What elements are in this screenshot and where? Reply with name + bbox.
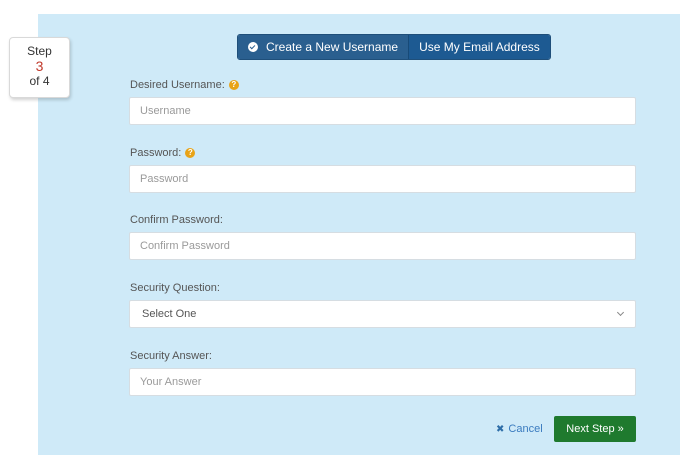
x-icon: ✖ — [496, 423, 505, 435]
step-prefix: Step — [27, 44, 52, 58]
create-username-button[interactable]: Create a New Username — [238, 35, 409, 59]
confirm-password-label-text: Confirm Password: — [130, 214, 223, 226]
password-input[interactable] — [129, 165, 636, 193]
cancel-button[interactable]: ✖ Cancel — [496, 423, 543, 435]
chevron-down-icon — [616, 308, 625, 317]
password-label: Password: ? — [130, 147, 196, 159]
password-label-text: Password: — [130, 147, 182, 159]
username-label-text: Desired Username: — [130, 79, 225, 91]
use-email-button[interactable]: Use My Email Address — [408, 35, 550, 59]
next-step-label: Next Step — [566, 423, 615, 435]
step-indicator: Step 3 of 4 — [9, 37, 70, 98]
cancel-label: Cancel — [508, 423, 543, 435]
security-question-value: Select One — [142, 308, 197, 320]
security-question-label-text: Security Question: — [130, 282, 220, 294]
username-mode-toggle: Create a New Username Use My Email Addre… — [237, 34, 551, 60]
security-answer-input[interactable] — [129, 368, 636, 396]
help-icon[interactable]: ? — [185, 148, 196, 158]
security-answer-label-text: Security Answer: — [130, 350, 212, 362]
page: Step 3 of 4 Create a New Username Use My… — [0, 0, 680, 455]
step-suffix: of 4 — [29, 74, 50, 88]
next-step-button[interactable]: Next Step » — [554, 416, 636, 442]
security-answer-label: Security Answer: — [130, 350, 212, 362]
step-number: 3 — [35, 58, 44, 74]
security-question-label: Security Question: — [130, 282, 220, 294]
username-label: Desired Username: ? — [130, 79, 239, 91]
use-email-label: Use My Email Address — [419, 40, 540, 54]
confirm-password-input[interactable] — [129, 232, 636, 260]
help-icon[interactable]: ? — [228, 80, 239, 90]
double-chevron-right-icon: » — [617, 423, 624, 435]
security-question-select[interactable]: Select One — [129, 300, 636, 328]
confirm-password-label: Confirm Password: — [130, 214, 223, 226]
check-circle-icon — [248, 42, 258, 52]
username-input[interactable] — [129, 97, 636, 125]
create-username-label: Create a New Username — [266, 40, 399, 54]
